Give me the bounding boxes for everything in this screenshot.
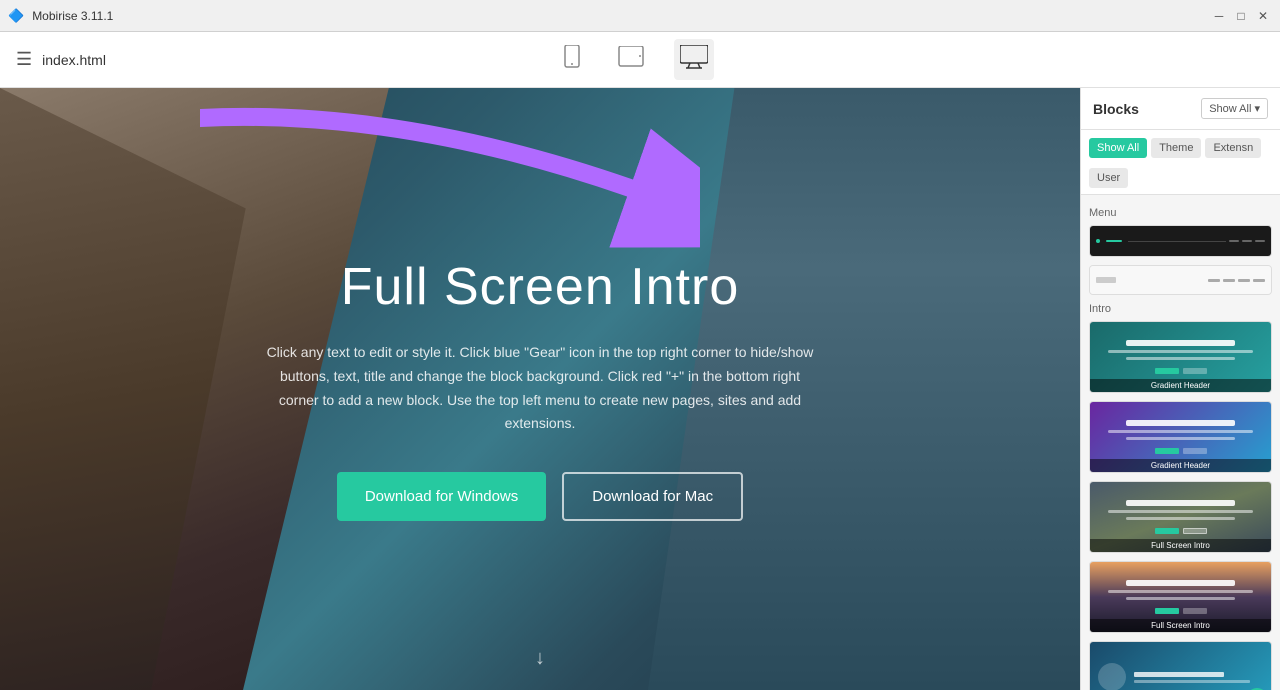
toolbar-left: ☰ index.html bbox=[16, 49, 106, 70]
toolbar: ☰ index.html bbox=[0, 32, 1280, 88]
title-bar: 🔷 Mobirise 3.11.1 ─ □ ✕ bbox=[0, 0, 1280, 32]
device-switcher bbox=[556, 39, 714, 80]
section-label-intro: Intro bbox=[1089, 303, 1272, 315]
menu-block-1[interactable] bbox=[1089, 225, 1272, 257]
section-label-menu: Menu bbox=[1089, 207, 1272, 219]
app-icon: 🔷 bbox=[8, 8, 24, 24]
right-panel: Blocks Show All ▾ Show All Theme Extensn… bbox=[1080, 88, 1280, 690]
intro-thumb-media bbox=[1090, 642, 1271, 690]
filter-tab-show-all[interactable]: Show All bbox=[1089, 138, 1147, 158]
minimize-button[interactable]: ─ bbox=[1210, 7, 1228, 25]
intro-thumb-2-label: Gradient Header bbox=[1090, 459, 1271, 472]
hero-background: Full Screen Intro Click any text to edit… bbox=[0, 88, 1080, 690]
filter-tab-theme[interactable]: Theme bbox=[1151, 138, 1201, 158]
filter-tab-user[interactable]: User bbox=[1089, 168, 1128, 188]
intro-thumb-3-label: Full Screen Intro bbox=[1090, 539, 1271, 552]
menu-thumb-light bbox=[1090, 266, 1271, 294]
intro-block-2[interactable]: Gradient Header bbox=[1089, 401, 1272, 473]
scroll-indicator: ↓ bbox=[535, 647, 545, 670]
title-bar-left: 🔷 Mobirise 3.11.1 bbox=[8, 8, 113, 24]
hero-buttons: Download for Windows Download for Mac bbox=[260, 472, 820, 521]
maximize-button[interactable]: □ bbox=[1232, 7, 1250, 25]
desktop-device-button[interactable] bbox=[674, 39, 714, 80]
app-title: Mobirise 3.11.1 bbox=[32, 9, 113, 23]
file-name: index.html bbox=[42, 52, 106, 68]
tablet-device-button[interactable] bbox=[612, 39, 650, 80]
mobile-device-button[interactable] bbox=[556, 39, 588, 80]
hero-title[interactable]: Full Screen Intro bbox=[260, 257, 820, 317]
filter-tabs: Show All Theme Extensn User bbox=[1081, 130, 1280, 195]
intro-block-5[interactable]: Intro with Media ✓ bbox=[1089, 641, 1272, 690]
hero-description[interactable]: Click any text to edit or style it. Clic… bbox=[260, 341, 820, 436]
intro-block-1[interactable]: Gradient Header bbox=[1089, 321, 1272, 393]
panel-header: Blocks Show All ▾ bbox=[1081, 88, 1280, 130]
download-windows-button[interactable]: Download for Windows bbox=[337, 472, 546, 521]
show-all-dropdown-button[interactable]: Show All ▾ bbox=[1201, 98, 1268, 119]
panel-content: Menu bbox=[1081, 195, 1280, 690]
intro-block-4[interactable]: Full Screen Intro bbox=[1089, 561, 1272, 633]
intro-thumb-4-label: Full Screen Intro bbox=[1090, 619, 1271, 632]
hero-content: Full Screen Intro Click any text to edit… bbox=[240, 237, 840, 541]
intro-thumb-1-label: Gradient Header bbox=[1090, 379, 1271, 392]
intro-block-3[interactable]: Full Screen Intro bbox=[1089, 481, 1272, 553]
main-layout: Full Screen Intro Click any text to edit… bbox=[0, 88, 1280, 690]
menu-icon[interactable]: ☰ bbox=[16, 49, 32, 70]
panel-title: Blocks bbox=[1093, 101, 1139, 117]
menu-block-2[interactable] bbox=[1089, 265, 1272, 295]
canvas-area: Full Screen Intro Click any text to edit… bbox=[0, 88, 1080, 690]
filter-tab-extensn[interactable]: Extensn bbox=[1205, 138, 1261, 158]
menu-thumb-dark bbox=[1090, 226, 1271, 256]
download-mac-button[interactable]: Download for Mac bbox=[562, 472, 743, 521]
close-button[interactable]: ✕ bbox=[1254, 7, 1272, 25]
title-bar-controls: ─ □ ✕ bbox=[1210, 7, 1272, 25]
